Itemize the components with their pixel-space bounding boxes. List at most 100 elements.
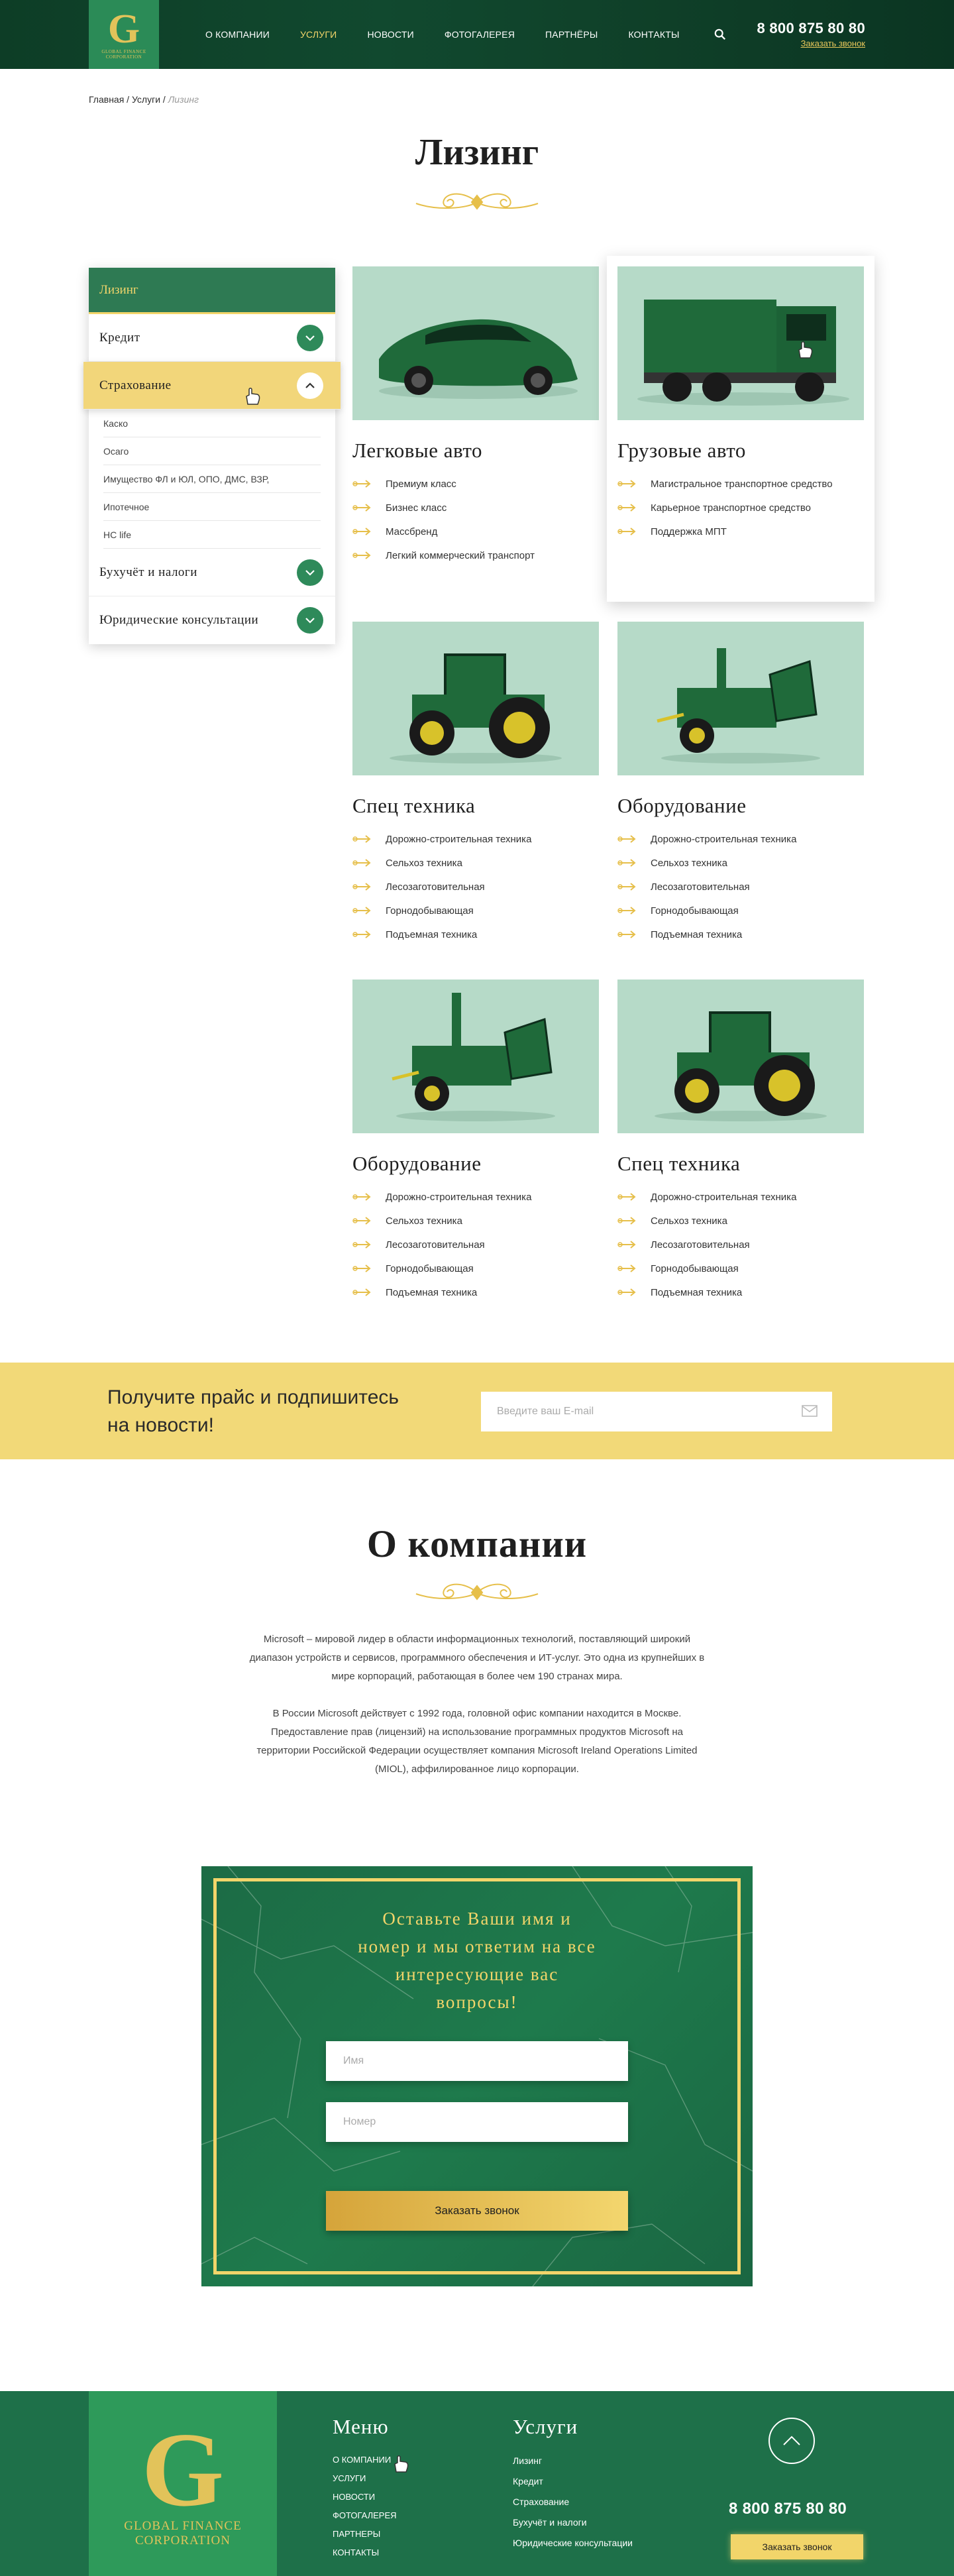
footer-logo[interactable]: G GLOBAL FINANCE CORPORATION bbox=[89, 2391, 277, 2576]
footer-link-about[interactable]: О компании bbox=[333, 2451, 397, 2469]
footer-service-legal[interactable]: Юридические консультации bbox=[513, 2533, 633, 2553]
list-item[interactable]: Подъемная техника bbox=[352, 1280, 599, 1304]
footer-logo-letter: G bbox=[141, 2410, 225, 2528]
list-item[interactable]: Лесозаготовительная bbox=[352, 875, 599, 899]
scroll-top-button[interactable] bbox=[768, 2418, 815, 2464]
search-icon[interactable] bbox=[714, 28, 726, 40]
chevron-up-icon[interactable] bbox=[297, 372, 323, 399]
list-item[interactable]: Лесозаготовительная bbox=[352, 1233, 599, 1257]
sidebar-active-leasing[interactable]: Лизинг bbox=[89, 268, 335, 314]
list-item[interactable]: Подъемная техника bbox=[352, 923, 599, 946]
list-item[interactable]: Карьерное транспортное средство bbox=[617, 496, 864, 520]
list-item[interactable]: Премиум класс bbox=[352, 472, 599, 496]
list-item[interactable]: Магистральное транспортное средство bbox=[617, 472, 864, 496]
gold-arrow-icon bbox=[352, 1193, 371, 1201]
submenu-item-mortgage[interactable]: Ипотечное bbox=[103, 493, 321, 521]
nav-gallery[interactable]: Фотогалерея bbox=[445, 29, 515, 40]
chevron-down-icon[interactable] bbox=[297, 607, 323, 634]
footer-service-insurance[interactable]: Страхование bbox=[513, 2492, 633, 2512]
footer-link-contacts[interactable]: Контакты bbox=[333, 2544, 397, 2562]
list-item[interactable]: Сельхоз техника bbox=[352, 851, 599, 875]
sidebar-item-accounting[interactable]: Бухучёт и налоги bbox=[89, 549, 335, 596]
list-item[interactable]: Лесозаготовительная bbox=[617, 1233, 864, 1257]
header-callback-link[interactable]: Заказать звонок bbox=[801, 38, 865, 48]
service-card[interactable]: Грузовые авто Магистральное транспортное… bbox=[607, 256, 874, 602]
about-line: В России Microsoft действует с 1992 года… bbox=[272, 1708, 682, 1719]
breadcrumb-separator: / bbox=[160, 94, 168, 105]
footer-link-services[interactable]: Услуги bbox=[333, 2469, 397, 2488]
list-item[interactable]: Дорожно-строительная техника bbox=[352, 827, 599, 851]
list-item[interactable]: Легкий коммерческий транспорт bbox=[352, 543, 599, 567]
chevron-down-icon[interactable] bbox=[297, 559, 323, 586]
list-item[interactable]: Горнодобывающая bbox=[617, 899, 864, 923]
card-list: Дорожно-строительная техника Сельхоз тех… bbox=[617, 827, 864, 946]
list-item[interactable]: Массбренд bbox=[352, 520, 599, 543]
footer-phone[interactable]: 8 800 875 80 80 bbox=[729, 2500, 847, 2518]
submenu-item-kasko[interactable]: Каско bbox=[103, 410, 321, 437]
list-item-label: Дорожно-строительная техника bbox=[386, 1191, 532, 1203]
list-item[interactable]: Сельхоз техника bbox=[352, 1209, 599, 1233]
list-item-label: Горнодобывающая bbox=[386, 905, 474, 917]
email-input[interactable]: Введите ваш E-mail bbox=[481, 1392, 832, 1431]
service-card[interactable]: Оборудование Дорожно-строительная техник… bbox=[352, 980, 599, 1304]
nav-news[interactable]: Новости bbox=[367, 29, 413, 40]
tractor-image bbox=[617, 980, 864, 1133]
footer-service-leasing[interactable]: Лизинг bbox=[513, 2451, 633, 2471]
list-item[interactable]: Дорожно-строительная техника bbox=[617, 1185, 864, 1209]
logo[interactable]: G GLOBAL FINANCE CORPORATION bbox=[89, 0, 159, 69]
list-item-label: Сельхоз техника bbox=[651, 857, 727, 869]
list-item[interactable]: Подъемная техника bbox=[617, 1280, 864, 1304]
submenu-item-osago[interactable]: Осаго bbox=[103, 437, 321, 465]
footer-link-news[interactable]: Новости bbox=[333, 2488, 397, 2506]
chevron-down-icon[interactable] bbox=[297, 324, 323, 351]
callback-submit-button[interactable]: Заказать звонок bbox=[326, 2191, 628, 2231]
list-item[interactable]: Лесозаготовительная bbox=[617, 875, 864, 899]
breadcrumb-services[interactable]: Услуги bbox=[132, 94, 160, 105]
header-inner: G GLOBAL FINANCE CORPORATION О компании … bbox=[89, 0, 865, 69]
list-item[interactable]: Поддержка МПТ bbox=[617, 520, 864, 543]
list-item-label: Дорожно-строительная техника bbox=[651, 833, 797, 845]
page-title: Лизинг bbox=[415, 132, 539, 173]
phone-field[interactable]: Номер bbox=[326, 2102, 628, 2142]
service-card[interactable]: Оборудование Дорожно-строительная техник… bbox=[617, 622, 864, 946]
footer-link-partners[interactable]: Партнеры bbox=[333, 2525, 397, 2544]
list-item[interactable]: Сельхоз техника bbox=[617, 851, 864, 875]
list-item[interactable]: Дорожно-строительная техника bbox=[352, 1185, 599, 1209]
submenu-item-property[interactable]: Имущество ФЛ и ЮЛ, ОПО, ДМС, ВЗР, bbox=[103, 465, 321, 493]
nav-partners[interactable]: Партнёры bbox=[545, 29, 598, 40]
list-item[interactable]: Горнодобывающая bbox=[352, 1257, 599, 1280]
gold-arrow-icon bbox=[617, 907, 636, 915]
sidebar-item-credit[interactable]: Кредит bbox=[89, 314, 335, 362]
service-card[interactable]: Спец техника Дорожно-строительная техник… bbox=[352, 622, 599, 946]
envelope-icon[interactable] bbox=[802, 1405, 818, 1417]
sidebar-submenu: Каско Осаго Имущество ФЛ и ЮЛ, ОПО, ДМС,… bbox=[89, 410, 335, 549]
footer-callback-button[interactable]: Заказать звонок bbox=[731, 2534, 863, 2559]
list-item[interactable]: Горнодобывающая bbox=[352, 899, 599, 923]
list-item[interactable]: Подъемная техника bbox=[617, 923, 864, 946]
name-field[interactable]: Имя bbox=[326, 2041, 628, 2081]
list-item-label: Магистральное транспортное средство bbox=[651, 478, 833, 490]
header-contacts: 8 800 875 80 80 Заказать звонок bbox=[757, 20, 865, 50]
breadcrumb-current: Лизинг bbox=[168, 94, 199, 105]
nav-about[interactable]: О компании bbox=[205, 29, 270, 40]
list-item[interactable]: Горнодобывающая bbox=[617, 1257, 864, 1280]
sidebar-item-legal[interactable]: Юридические консультации bbox=[89, 596, 335, 644]
list-item[interactable]: Бизнес класс bbox=[352, 496, 599, 520]
footer-service-credit[interactable]: Кредит bbox=[513, 2471, 633, 2492]
list-item-label: Лесозаготовительная bbox=[651, 1239, 750, 1251]
nav-services[interactable]: Услуги bbox=[300, 29, 337, 40]
submenu-item-ns-life[interactable]: НС life bbox=[103, 521, 321, 549]
service-card[interactable]: Легковые авто Премиум класс Бизнес класс… bbox=[352, 266, 599, 567]
ornament-divider-icon bbox=[415, 1583, 539, 1600]
nav-contacts[interactable]: Контакты bbox=[628, 29, 679, 40]
list-item[interactable]: Сельхоз техника bbox=[617, 1209, 864, 1233]
header-phone[interactable]: 8 800 875 80 80 bbox=[757, 20, 865, 37]
list-item[interactable]: Дорожно-строительная техника bbox=[617, 827, 864, 851]
service-card[interactable]: Спец техника Дорожно-строительная техник… bbox=[617, 980, 864, 1304]
sidebar-item-insurance[interactable]: Страхование bbox=[83, 362, 341, 410]
phone-placeholder: Номер bbox=[343, 2116, 376, 2127]
footer-service-accounting[interactable]: Бухучёт и налоги bbox=[513, 2512, 633, 2533]
breadcrumb-home[interactable]: Главная bbox=[89, 94, 124, 105]
sidebar-item-label: Бухучёт и налоги bbox=[99, 565, 197, 579]
footer-link-gallery[interactable]: Фотогалерея bbox=[333, 2506, 397, 2525]
